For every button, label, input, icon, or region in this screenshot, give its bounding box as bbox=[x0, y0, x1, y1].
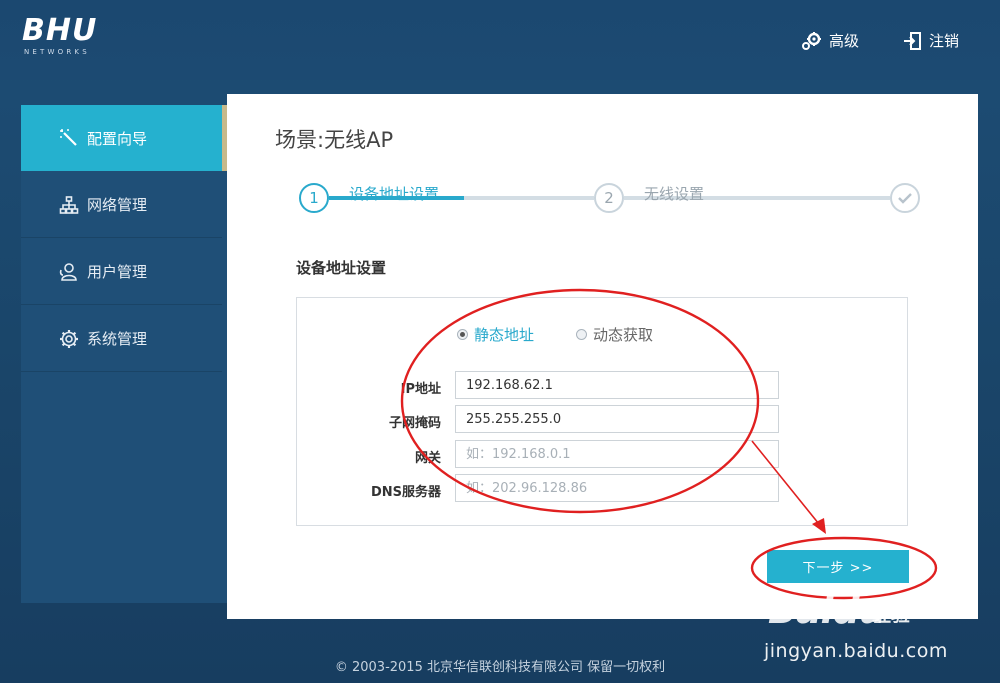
static-address-radio[interactable]: 静态地址 bbox=[457, 324, 534, 345]
radio-dot[interactable] bbox=[457, 329, 468, 340]
sidebar-item-users[interactable]: 用户管理 bbox=[21, 239, 222, 305]
advanced-label: 高级 bbox=[829, 32, 860, 50]
bhu-logo: BHU NETWORKS bbox=[22, 13, 98, 57]
top-bar: BHU NETWORKS 高级 注销 bbox=[0, 0, 1000, 80]
watermark-sub: 经验 bbox=[872, 604, 911, 626]
static-address-label: 静态地址 bbox=[474, 326, 535, 344]
watermark-brand: Baidu bbox=[768, 588, 886, 632]
gateway-input[interactable] bbox=[455, 440, 779, 468]
netmask-row: 子网掩码 bbox=[297, 405, 909, 435]
sidebar-item-label: 用户管理 bbox=[87, 263, 148, 281]
sidebar: 配置向导 网络管理 用户管理 系统管理 bbox=[21, 105, 227, 603]
logo-subtext: NETWORKS bbox=[24, 48, 90, 56]
wizard-panel: 场景:无线AP 1 设备地址设置 2 无线设置 设备地址设置 静态地址 动态获取… bbox=[227, 94, 978, 619]
gateway-row: 网关 bbox=[297, 440, 909, 470]
step-1-line-rest bbox=[464, 196, 594, 200]
gear-icon bbox=[59, 329, 79, 349]
logout-label: 注销 bbox=[929, 32, 960, 50]
advanced-link[interactable]: 高级 bbox=[801, 30, 859, 51]
logo-text: BHU bbox=[22, 13, 98, 48]
subnet-mask-input[interactable] bbox=[455, 405, 779, 433]
dynamic-address-label: 动态获取 bbox=[593, 326, 654, 344]
netmask-label: 子网掩码 bbox=[388, 416, 441, 431]
ip-address-input[interactable] bbox=[455, 371, 779, 399]
step-1-circle: 1 bbox=[299, 183, 329, 213]
section-title: 设备地址设置 bbox=[296, 259, 387, 277]
page-title: 场景:无线AP bbox=[275, 128, 394, 152]
dns-server-input[interactable] bbox=[455, 474, 779, 502]
step-2-label: 无线设置 bbox=[644, 185, 705, 203]
baidu-watermark: Baidu 经验 jingyan.baidu.com bbox=[760, 578, 960, 662]
sidebar-item-label: 网络管理 bbox=[87, 196, 148, 214]
address-mode-group: 静态地址 动态获取 bbox=[457, 324, 653, 345]
sidebar-item-config-wizard[interactable]: 配置向导 bbox=[21, 105, 227, 171]
check-icon bbox=[898, 193, 912, 204]
step-3-circle bbox=[890, 183, 920, 213]
gateway-label: 网关 bbox=[414, 451, 441, 466]
magic-wand-icon bbox=[59, 128, 79, 148]
sidebar-item-label: 系统管理 bbox=[87, 330, 148, 348]
step-progress: 1 设备地址设置 2 无线设置 bbox=[299, 181, 925, 221]
network-icon bbox=[59, 195, 79, 215]
sidebar-item-label: 配置向导 bbox=[87, 129, 148, 148]
ip-row: IP地址 bbox=[297, 371, 909, 401]
logout-link[interactable]: 注销 bbox=[903, 30, 959, 51]
sidebar-item-system[interactable]: 系统管理 bbox=[21, 306, 222, 372]
dynamic-address-radio[interactable]: 动态获取 bbox=[576, 324, 653, 345]
dns-label: DNS服务器 bbox=[370, 485, 441, 500]
users-icon bbox=[59, 262, 79, 282]
footer-copyright: © 2003-2015 北京华信联创科技有限公司 保留一切权利 bbox=[334, 660, 666, 675]
radio-dot[interactable] bbox=[576, 329, 588, 340]
gears-icon bbox=[801, 31, 823, 51]
logout-icon bbox=[903, 31, 923, 51]
dns-row: DNS服务器 bbox=[297, 474, 909, 504]
sidebar-item-network[interactable]: 网络管理 bbox=[21, 172, 222, 238]
address-form: 静态地址 动态获取 IP地址 子网掩码 网关 DNS服务器 bbox=[296, 297, 908, 526]
ip-label: IP地址 bbox=[400, 382, 441, 397]
step-2-circle: 2 bbox=[594, 183, 624, 213]
step-1-label: 设备地址设置 bbox=[349, 185, 440, 203]
